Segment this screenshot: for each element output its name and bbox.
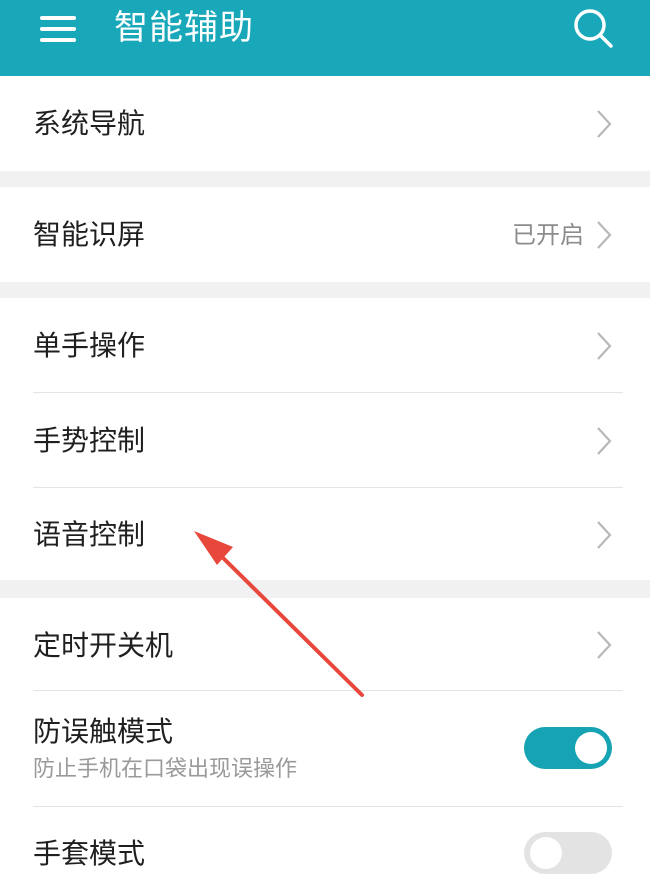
chevron-right-icon [597,332,612,360]
status-value: 已开启 [512,221,584,249]
chevron-right-icon [597,221,612,249]
settings-group-navigation: 系统导航 [0,76,650,171]
search-icon[interactable] [571,6,615,50]
settings-group-smart-screen: 智能识屏 已开启 [0,187,650,282]
toggle-knob [530,837,562,869]
row-label: 手套模式 [33,837,146,870]
row-label: 语音控制 [33,518,146,551]
chevron-right-icon [597,521,612,549]
row-label: 智能识屏 [33,218,146,251]
app-header: 智能辅助 [0,0,650,76]
row-voice-control[interactable]: 语音控制 [0,488,650,580]
row-accidental-touch-mode[interactable]: 防误触模式 防止手机在口袋出现误操作 [0,691,650,805]
row-scheduled-power[interactable]: 定时开关机 [0,598,650,690]
row-label: 手势控制 [33,424,146,457]
row-sublabel: 防止手机在口袋出现误操作 [33,757,298,782]
chevron-right-icon [597,427,612,455]
row-label: 定时开关机 [33,629,174,662]
toggle-knob [575,732,607,764]
row-smart-screen-recognition[interactable]: 智能识屏 已开启 [0,187,650,282]
row-label: 防误触模式 [33,715,174,748]
chevron-right-icon [597,110,612,138]
row-glove-mode[interactable]: 手套模式 [0,807,650,888]
glove-mode-toggle[interactable] [524,832,612,874]
hamburger-menu-icon[interactable] [40,14,76,44]
row-one-hand-mode[interactable]: 单手操作 [0,298,650,392]
chevron-right-icon [597,631,612,659]
row-gesture-control[interactable]: 手势控制 [0,393,650,487]
page-title: 智能辅助 [114,8,254,48]
settings-group-power-touch: 定时开关机 防误触模式 防止手机在口袋出现误操作 手套模式 [0,598,650,888]
row-system-navigation[interactable]: 系统导航 [0,76,650,171]
accidental-touch-toggle[interactable] [524,727,612,769]
row-label: 系统导航 [33,107,146,140]
settings-group-controls: 单手操作 手势控制 语音控制 [0,298,650,580]
row-label: 单手操作 [33,329,146,362]
